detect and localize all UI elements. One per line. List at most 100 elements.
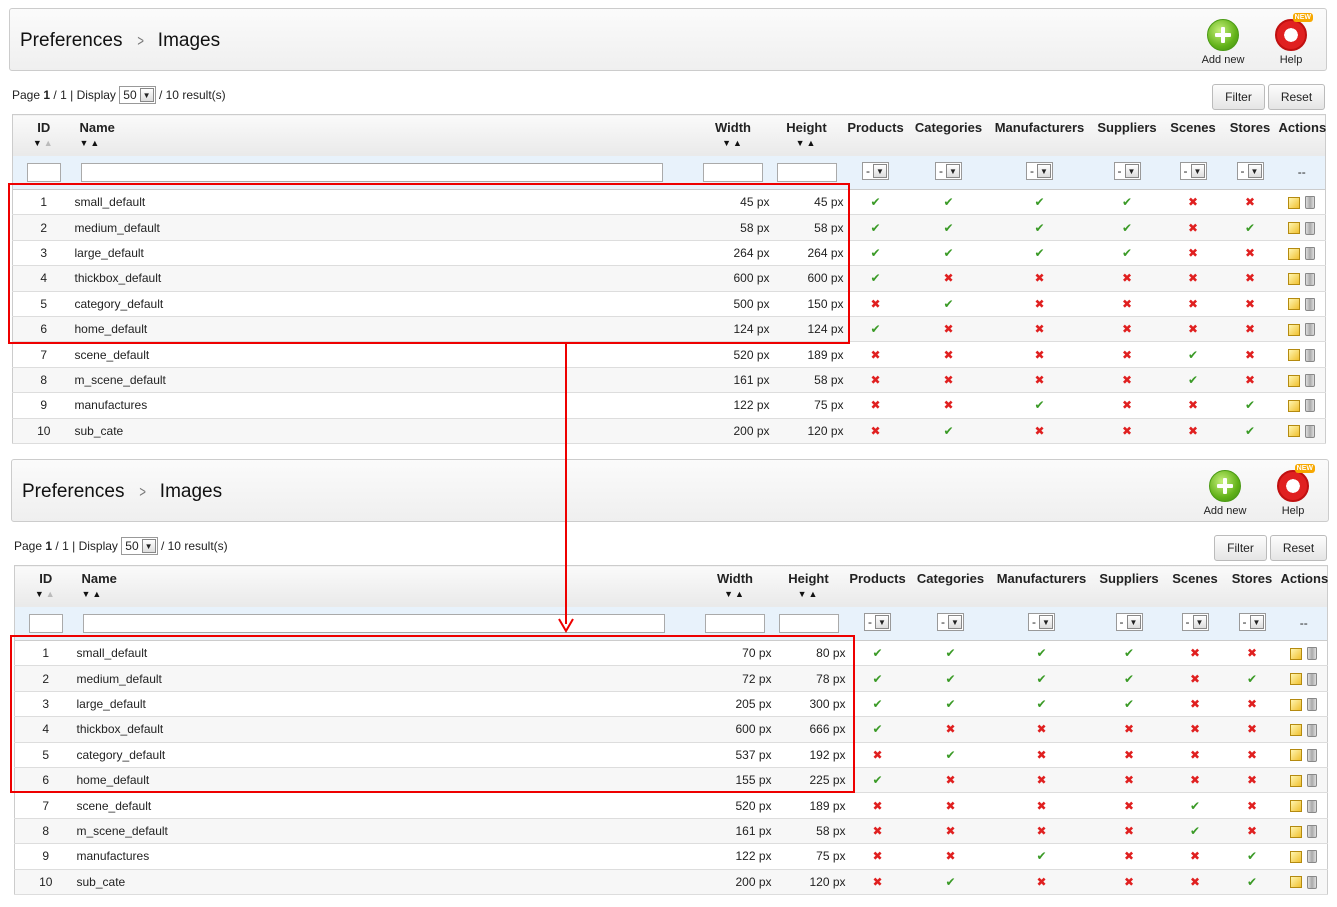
stores-cross-icon[interactable]: ✖ [1223, 691, 1281, 718]
col-id[interactable]: ID ▼▲ [12, 114, 75, 156]
categories-cross-icon[interactable]: ✖ [907, 341, 990, 368]
sort-desc-icon[interactable]: ▼ [722, 138, 733, 148]
products-cross-icon[interactable]: ✖ [845, 818, 910, 845]
categories-check-icon[interactable]: ✔ [909, 665, 992, 692]
scenes-filter-select[interactable]: - ▼ [1164, 155, 1222, 190]
products-filter-select[interactable]: - ▼ [843, 155, 908, 190]
manufacturers-cross-icon[interactable]: ✖ [991, 767, 1092, 794]
manufacturers-check-icon[interactable]: ✔ [989, 392, 1090, 419]
stores-check-icon[interactable]: ✔ [1223, 869, 1281, 895]
manufacturers-cross-icon[interactable]: ✖ [991, 792, 1092, 819]
select-box[interactable]: - ▼ [1026, 162, 1053, 181]
scenes-cross-icon[interactable]: ✖ [1164, 291, 1222, 317]
trash-icon[interactable] [1307, 774, 1318, 788]
suppliers-cross-icon[interactable]: ✖ [1089, 291, 1165, 317]
scenes-cross-icon[interactable]: ✖ [1164, 189, 1222, 216]
height-filter-input[interactable] [776, 162, 837, 182]
suppliers-cross-icon[interactable]: ✖ [1089, 392, 1165, 419]
stores-filter-select[interactable]: - ▼ [1223, 606, 1281, 641]
suppliers-cross-icon[interactable]: ✖ [1091, 792, 1167, 819]
table-row[interactable]: 4 thickbox_default 600 px 666 px ✔ ✖ ✖ ✖ ✖ ✖ [14, 716, 1328, 743]
trash-icon[interactable] [1307, 723, 1318, 737]
categories-cross-icon[interactable]: ✖ [907, 265, 990, 292]
scenes-cross-icon[interactable]: ✖ [1166, 767, 1224, 794]
categories-check-icon[interactable]: ✔ [907, 418, 990, 444]
trash-icon[interactable] [1305, 323, 1316, 337]
products-cross-icon[interactable]: ✖ [843, 367, 908, 394]
sort-desc-icon[interactable]: ▼ [33, 138, 44, 148]
sort-desc-icon[interactable]: ▼ [80, 138, 91, 148]
suppliers-check-icon[interactable]: ✔ [1089, 214, 1165, 241]
trash-icon[interactable] [1305, 297, 1316, 311]
trash-icon[interactable] [1305, 399, 1316, 413]
manufacturers-check-icon[interactable]: ✔ [991, 665, 1092, 692]
col-width[interactable]: Width ▼▲ [696, 114, 770, 156]
col-name[interactable]: Name ▼▲ [76, 565, 699, 607]
select-box[interactable]: - ▼ [862, 162, 889, 181]
width-filter-input[interactable] [703, 162, 763, 182]
suppliers-cross-icon[interactable]: ✖ [1091, 742, 1167, 768]
table-row[interactable]: 8 m_scene_default 161 px 58 px ✖ ✖ ✖ ✖ ✔ ✖ [12, 367, 1326, 394]
scenes-cross-icon[interactable]: ✖ [1164, 240, 1222, 267]
col-width[interactable]: Width ▼▲ [698, 565, 772, 607]
edit-icon[interactable] [1288, 374, 1301, 387]
suppliers-cross-icon[interactable]: ✖ [1089, 341, 1165, 368]
trash-icon[interactable] [1307, 672, 1318, 686]
stores-cross-icon[interactable]: ✖ [1221, 240, 1279, 267]
manufacturers-check-icon[interactable]: ✔ [991, 843, 1092, 870]
products-check-icon[interactable]: ✔ [845, 691, 910, 718]
sort-asc-icon[interactable]: ▲ [735, 589, 746, 599]
scenes-cross-icon[interactable]: ✖ [1166, 640, 1224, 667]
trash-icon[interactable] [1307, 875, 1318, 889]
sort-desc-icon[interactable]: ▼ [796, 138, 807, 148]
manufacturers-cross-icon[interactable]: ✖ [991, 742, 1092, 768]
scenes-cross-icon[interactable]: ✖ [1166, 691, 1224, 718]
edit-icon[interactable] [1290, 724, 1303, 737]
help-button[interactable]: NEW Help [1274, 464, 1315, 517]
manufacturers-cross-icon[interactable]: ✖ [989, 316, 1090, 343]
add-new-button[interactable]: Add new [1199, 470, 1251, 517]
manufacturers-cross-icon[interactable]: ✖ [989, 367, 1090, 394]
products-cross-icon[interactable]: ✖ [845, 742, 910, 768]
select-box[interactable]: - ▼ [1113, 162, 1141, 181]
trash-icon[interactable] [1305, 221, 1316, 235]
sort-asc-icon[interactable]: ▲ [90, 138, 101, 148]
categories-cross-icon[interactable]: ✖ [907, 367, 990, 394]
sort-desc-icon[interactable]: ▼ [35, 589, 46, 599]
suppliers-check-icon[interactable]: ✔ [1091, 640, 1167, 667]
manufacturers-filter-select[interactable]: - ▼ [991, 606, 1092, 641]
edit-icon[interactable] [1288, 222, 1301, 235]
sort-asc-icon[interactable]: ▲ [44, 138, 55, 148]
categories-check-icon[interactable]: ✔ [909, 869, 992, 895]
stores-cross-icon[interactable]: ✖ [1221, 367, 1279, 394]
filter-button[interactable]: Filter [1214, 535, 1267, 561]
scenes-cross-icon[interactable]: ✖ [1166, 843, 1224, 870]
scenes-cross-icon[interactable]: ✖ [1164, 265, 1222, 292]
select-box[interactable]: - ▼ [1181, 613, 1209, 632]
scenes-check-icon[interactable]: ✔ [1166, 792, 1224, 819]
products-filter-select[interactable]: - ▼ [845, 606, 910, 641]
stores-check-icon[interactable]: ✔ [1223, 665, 1281, 692]
id-filter-input[interactable] [28, 613, 63, 633]
select-box[interactable]: - ▼ [1028, 613, 1055, 632]
products-check-icon[interactable]: ✔ [845, 640, 910, 667]
edit-icon[interactable] [1288, 349, 1301, 362]
width-filter-input[interactable] [705, 613, 765, 633]
categories-check-icon[interactable]: ✔ [907, 189, 990, 216]
table-row[interactable]: 9 manufactures 122 px 75 px ✖ ✖ ✔ ✖ ✖ ✔ [14, 843, 1328, 870]
scenes-filter-select[interactable]: - ▼ [1166, 606, 1224, 641]
select-box[interactable]: - ▼ [864, 613, 891, 632]
manufacturers-cross-icon[interactable]: ✖ [989, 265, 1090, 292]
stores-check-icon[interactable]: ✔ [1223, 843, 1281, 870]
suppliers-check-icon[interactable]: ✔ [1089, 189, 1165, 216]
trash-icon[interactable] [1305, 247, 1316, 261]
products-cross-icon[interactable]: ✖ [843, 291, 908, 317]
categories-cross-icon[interactable]: ✖ [907, 316, 990, 343]
products-cross-icon[interactable]: ✖ [843, 418, 908, 444]
col-height[interactable]: Height ▼▲ [771, 565, 846, 607]
table-row[interactable]: 6 home_default 155 px 225 px ✔ ✖ ✖ ✖ ✖ ✖ [14, 767, 1328, 794]
select-box[interactable]: - ▼ [935, 162, 962, 181]
suppliers-filter-select[interactable]: - ▼ [1089, 155, 1165, 190]
col-height[interactable]: Height ▼▲ [769, 114, 844, 156]
manufacturers-cross-icon[interactable]: ✖ [991, 716, 1092, 743]
